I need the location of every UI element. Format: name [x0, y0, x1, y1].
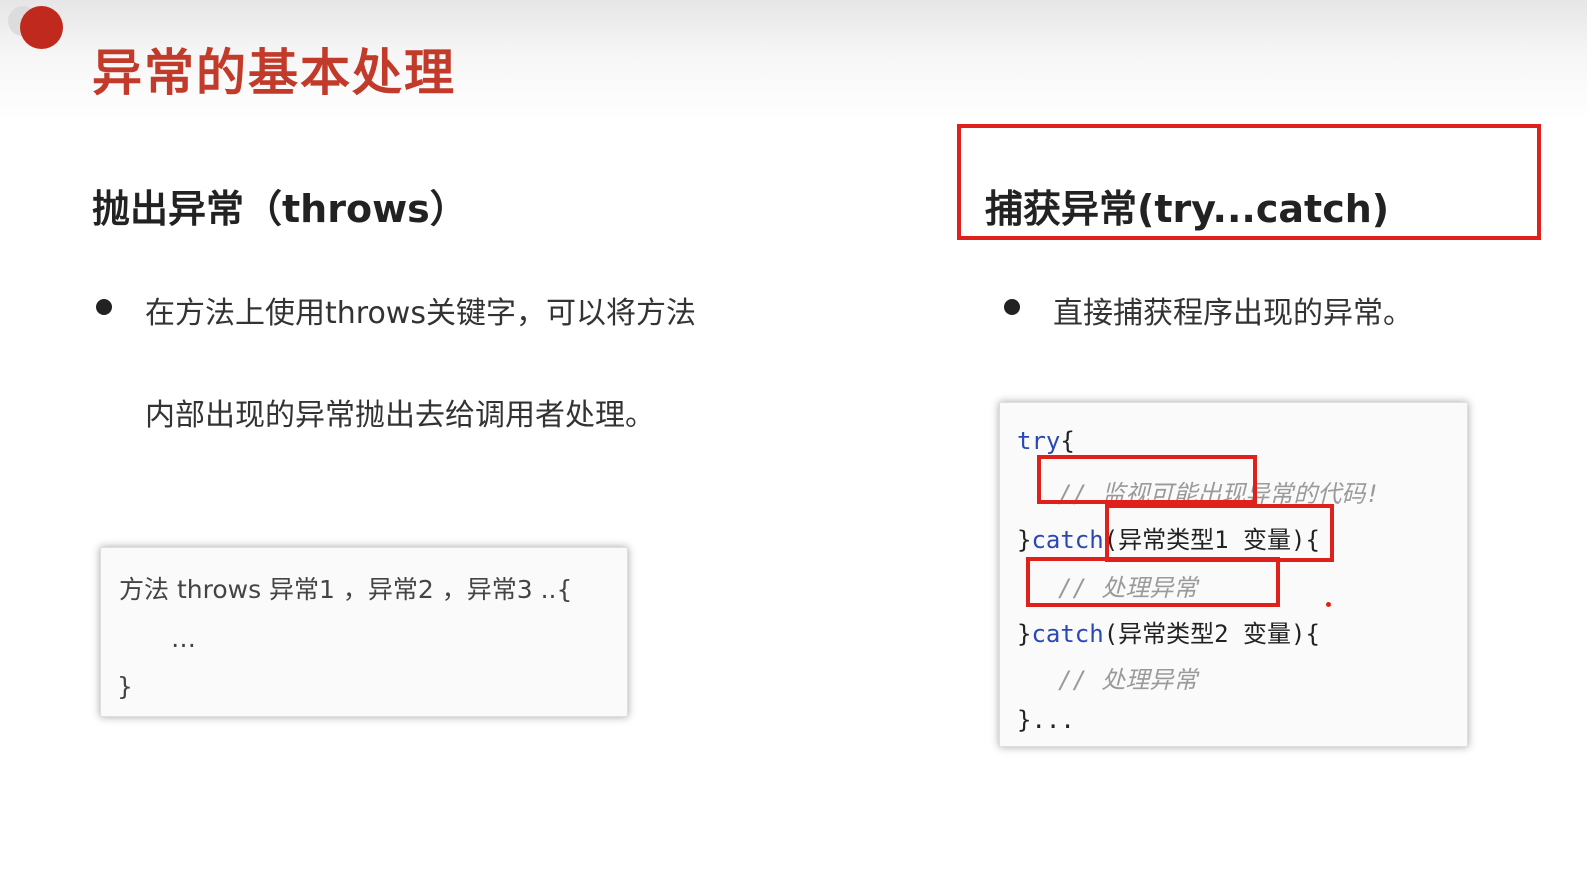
throws-code-line1: 方法 throws 异常1 ，异常2 ，异常3 ..{	[119, 575, 573, 604]
keyword-try: try	[1017, 427, 1061, 455]
comment-handle-2: // 处理异常	[1058, 666, 1198, 694]
throws-code-line2: …	[171, 624, 196, 653]
highlight-catch-params	[1105, 504, 1334, 562]
code-line-catch2: }catch(异常类型2 变量){	[1017, 614, 1320, 649]
close-brace: }	[1017, 620, 1032, 648]
bullet-dot	[1004, 299, 1020, 315]
try-catch-description: 直接捕获程序出现的异常。	[1053, 296, 1413, 331]
catch2-args: (异常类型2 变量){	[1103, 620, 1320, 648]
keyword-catch: catch	[1031, 620, 1104, 648]
highlight-handle-comment	[1026, 557, 1280, 607]
brace-open: {	[1060, 427, 1075, 455]
decorative-red-dot	[20, 6, 63, 49]
code-line-try: try{	[1017, 427, 1075, 455]
throws-code-line3: }	[117, 672, 133, 701]
try-catch-heading: 捕获异常(try...catch)	[985, 187, 1390, 231]
annotation-dot	[1326, 602, 1331, 607]
highlight-monitor-comment	[1037, 455, 1257, 504]
throws-description-line2: 内部出现的异常抛出去给调用者处理。	[145, 398, 655, 433]
throws-description-line1: 在方法上使用throws关键字，可以将方法	[145, 296, 696, 331]
bullet-dot	[96, 299, 112, 315]
page-title: 异常的基本处理	[92, 44, 456, 102]
throws-code-card: 方法 throws 异常1 ，异常2 ，异常3 ..{ … }	[100, 547, 628, 717]
throws-heading: 抛出异常（throws）	[92, 187, 468, 231]
close-brace: }	[1017, 526, 1032, 554]
keyword-catch: catch	[1031, 526, 1104, 554]
code-line-end: }...	[1017, 706, 1075, 734]
